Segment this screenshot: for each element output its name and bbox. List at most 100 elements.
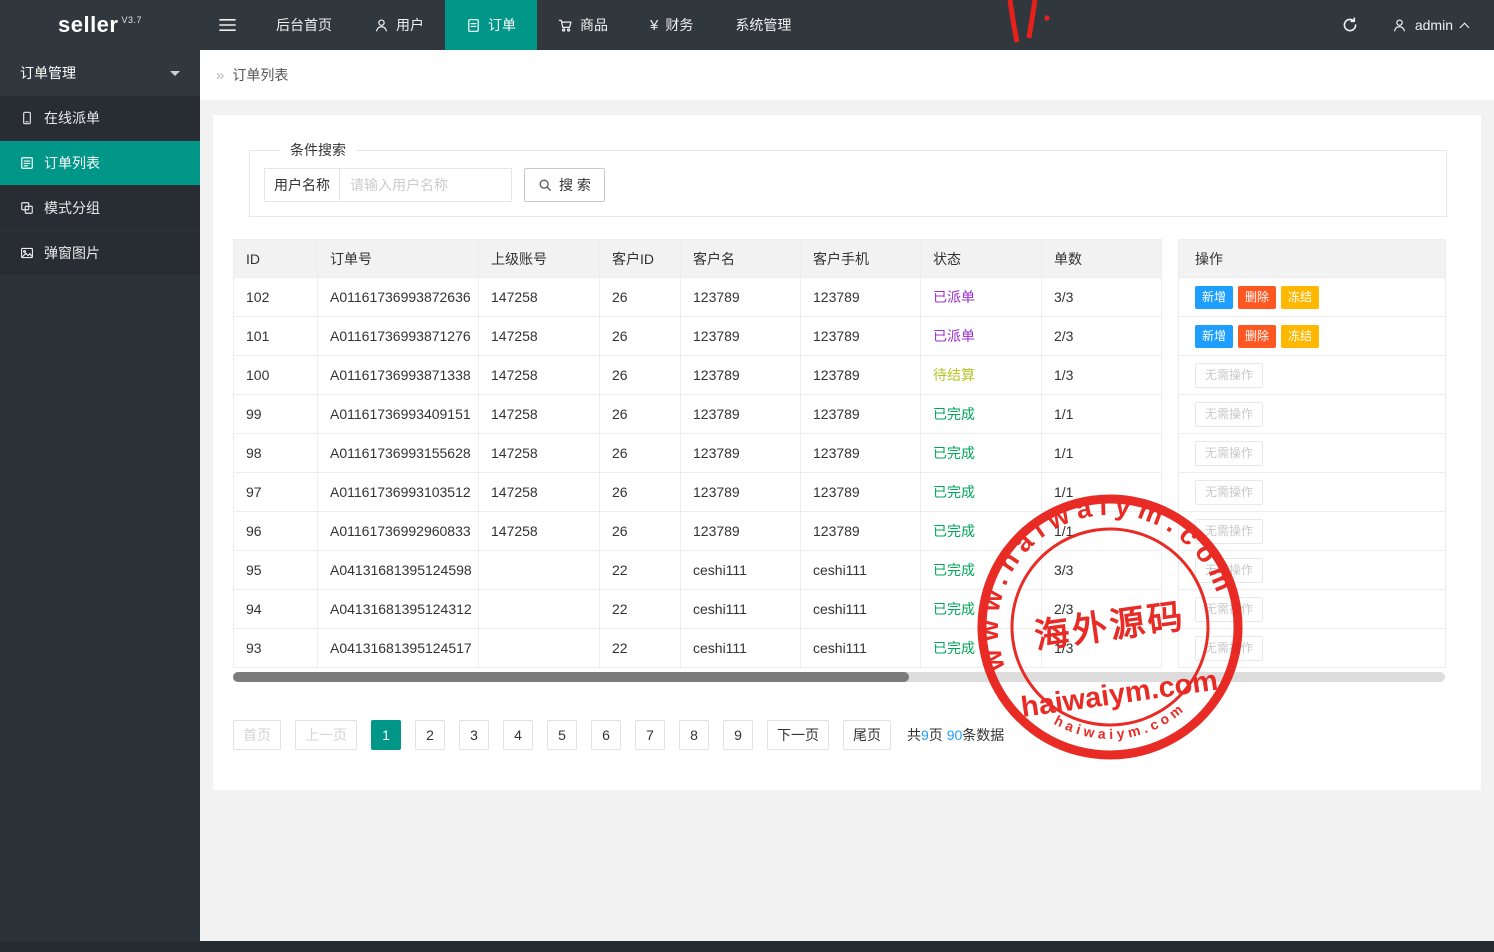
nav-item-goods[interactable]: 商品 (537, 0, 629, 50)
nav-item-finance[interactable]: ¥财务 (629, 0, 714, 50)
customer-id: 26 (600, 434, 681, 473)
delete-button[interactable]: 删除 (1238, 286, 1276, 309)
pagination-last-button[interactable]: 尾页 (843, 720, 891, 750)
nav-item-users[interactable]: 用户 (353, 0, 445, 50)
customer-phone: 123789 (801, 395, 921, 434)
search-form-row: 用户名称 搜 索 (264, 168, 1432, 202)
add-button[interactable]: 新增 (1195, 286, 1233, 309)
nav-item-home[interactable]: 后台首页 (255, 0, 353, 50)
username-field-label: 用户名称 (264, 168, 340, 202)
sidebar-item-online-dispatch[interactable]: 在线派单 (0, 96, 200, 141)
sidebar-item-popup-image[interactable]: 弹窗图片 (0, 231, 200, 276)
ops-row: 无需操作 (1179, 512, 1446, 551)
ops-cell: 无需操作 (1179, 512, 1446, 551)
order-no: A01161736993409151 (318, 395, 479, 434)
ops-row: 无需操作 (1179, 395, 1446, 434)
pagination-page-5[interactable]: 5 (547, 720, 577, 750)
cart-icon (558, 18, 573, 33)
search-button[interactable]: 搜 索 (524, 168, 605, 202)
no-action-button: 无需操作 (1195, 519, 1263, 544)
group-icon (20, 201, 34, 215)
topbar-right: admin (1324, 0, 1494, 50)
menu-toggle-button[interactable] (200, 0, 255, 50)
order-status: 已完成 (921, 590, 1042, 629)
operations-table: 操作 新增删除冻结新增删除冻结无需操作无需操作无需操作无需操作无需操作无需操作无… (1178, 239, 1446, 668)
order-count: 1/1 (1042, 473, 1162, 512)
sidebar-item-label: 在线派单 (44, 108, 100, 128)
image-icon (20, 246, 34, 260)
horizontal-scrollbar[interactable] (233, 672, 1445, 682)
column-header: 客户名 (681, 240, 801, 278)
customer-phone: 123789 (801, 512, 921, 551)
customer-phone: 123789 (801, 356, 921, 395)
freeze-button[interactable]: 冻结 (1281, 325, 1319, 348)
admin-menu[interactable]: admin (1376, 0, 1494, 50)
parent-account (479, 551, 600, 590)
column-header: 客户手机 (801, 240, 921, 278)
sidebar-item-order-list[interactable]: 订单列表 (0, 141, 200, 186)
user-icon (1392, 18, 1407, 33)
no-action-button: 无需操作 (1195, 402, 1263, 427)
ops-table-body: 新增删除冻结新增删除冻结无需操作无需操作无需操作无需操作无需操作无需操作无需操作… (1179, 278, 1446, 668)
order-table: ID订单号上级账号客户ID客户名客户手机状态单数 102A01161736993… (233, 239, 1162, 668)
customer-name: 123789 (681, 512, 801, 551)
customer-name: 123789 (681, 434, 801, 473)
row-id: 97 (234, 473, 318, 512)
customer-id: 26 (600, 473, 681, 512)
order-status: 已完成 (921, 395, 1042, 434)
ops-column-header: 操作 (1179, 240, 1446, 278)
ops-cell: 无需操作 (1179, 395, 1446, 434)
pagination-page-3[interactable]: 3 (459, 720, 489, 750)
sidebar-group-order-management[interactable]: 订单管理 (0, 50, 200, 96)
pagination-page-6[interactable]: 6 (591, 720, 621, 750)
nav-item-label: 系统管理 (735, 15, 791, 35)
nav-item-label: 后台首页 (276, 15, 332, 35)
freeze-button[interactable]: 冻结 (1281, 286, 1319, 309)
customer-name: 123789 (681, 317, 801, 356)
pagination-page-9[interactable]: 9 (723, 720, 753, 750)
customer-id: 22 (600, 590, 681, 629)
refresh-button[interactable] (1324, 0, 1376, 50)
table-row: 94A0413168139512431222ceshi111ceshi111已完… (234, 590, 1162, 629)
order-no: A01161736993155628 (318, 434, 479, 473)
nav-item-system[interactable]: 系统管理 (714, 0, 812, 50)
username-input[interactable] (340, 168, 512, 202)
order-count: 1/1 (1042, 395, 1162, 434)
customer-name: ceshi111 (681, 629, 801, 668)
footer-strip (0, 941, 1494, 952)
row-id: 100 (234, 356, 318, 395)
chevron-down-icon (170, 71, 180, 76)
ops-row: 无需操作 (1179, 590, 1446, 629)
order-no: A01161736993871276 (318, 317, 479, 356)
search-legend: 条件搜索 (280, 140, 356, 160)
pagination-page-7[interactable]: 7 (635, 720, 665, 750)
delete-button[interactable]: 删除 (1238, 325, 1276, 348)
order-count: 3/3 (1042, 551, 1162, 590)
parent-account: 147258 (479, 356, 600, 395)
sidebar-item-label: 弹窗图片 (44, 243, 100, 263)
ops-row: 无需操作 (1179, 434, 1446, 473)
column-header: 订单号 (318, 240, 479, 278)
add-button[interactable]: 新增 (1195, 325, 1233, 348)
ops-cell: 无需操作 (1179, 590, 1446, 629)
nav-item-label: 用户 (396, 15, 424, 35)
pagination-page-8[interactable]: 8 (679, 720, 709, 750)
order-count: 1/3 (1042, 629, 1162, 668)
order-list-card: 条件搜索 用户名称 搜 索 ID订单号上级账号客户ID客户名客户手机状态单数 (213, 115, 1481, 790)
scrollbar-thumb[interactable] (233, 672, 909, 682)
ops-row: 无需操作 (1179, 356, 1446, 395)
summary-total-pages: 9 (921, 727, 929, 743)
nav-item-label: 商品 (580, 15, 608, 35)
pagination-next-button[interactable]: 下一页 (767, 720, 829, 750)
ops-cell: 无需操作 (1179, 356, 1446, 395)
nav-item-orders[interactable]: 订单 (445, 0, 537, 50)
sidebar-item-mode-group[interactable]: 模式分组 (0, 186, 200, 231)
pagination-page-1[interactable]: 1 (371, 720, 401, 750)
phone-icon (20, 111, 34, 125)
nav-item-label: 财务 (665, 15, 693, 35)
row-id: 98 (234, 434, 318, 473)
pagination-page-4[interactable]: 4 (503, 720, 533, 750)
sidebar: 订单管理 在线派单订单列表模式分组弹窗图片 (0, 50, 200, 941)
search-fieldset: 条件搜索 用户名称 搜 索 (249, 140, 1447, 217)
pagination-page-2[interactable]: 2 (415, 720, 445, 750)
